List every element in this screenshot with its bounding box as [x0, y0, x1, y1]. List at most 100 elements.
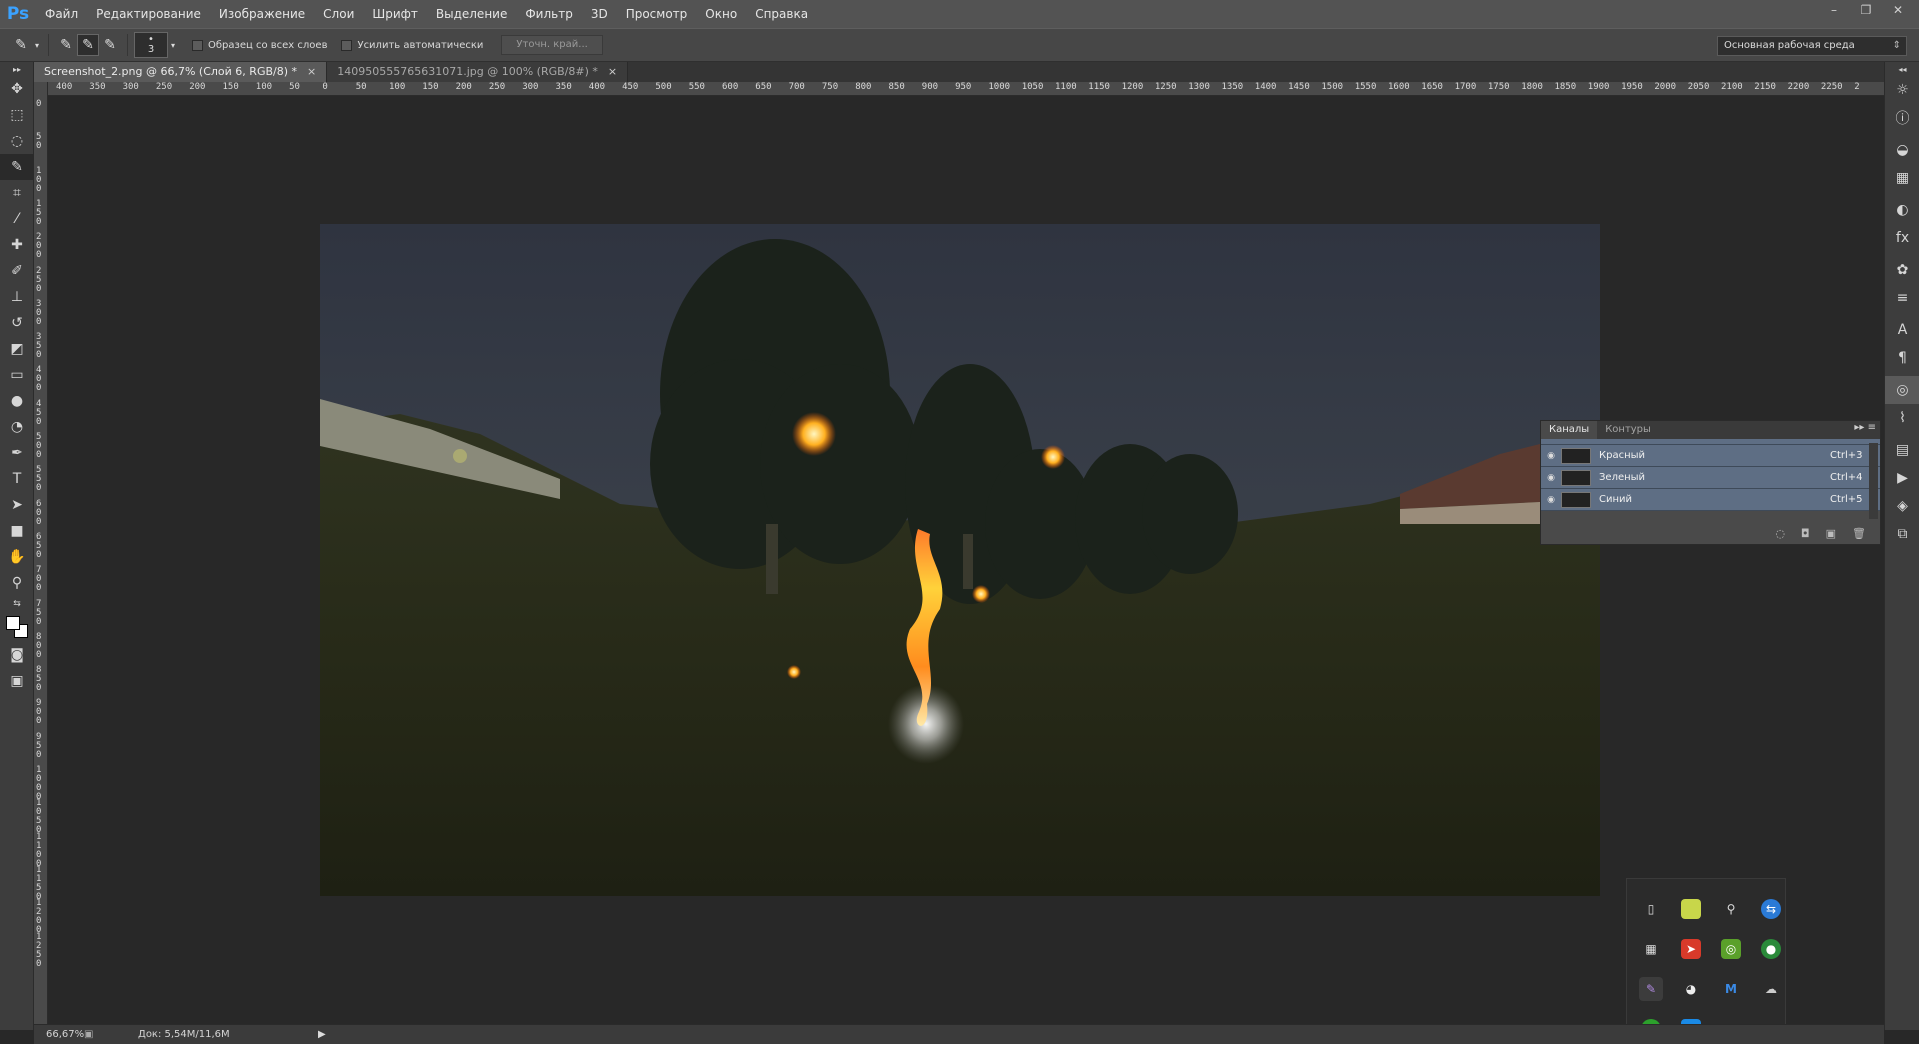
globe-app-icon[interactable]: ● — [1761, 939, 1781, 959]
quick-mask-icon[interactable]: ◙ — [0, 642, 34, 668]
menu-help[interactable]: Справка — [746, 0, 817, 28]
channel-row-red[interactable]: ◉ Красный Ctrl+3 — [1541, 445, 1880, 467]
document-canvas[interactable] — [320, 224, 1600, 896]
styles-icon[interactable]: fx — [1885, 224, 1919, 252]
save-selection-icon[interactable]: ◘ — [1801, 527, 1810, 540]
teamviewer-icon[interactable]: ⇆ — [1761, 899, 1781, 919]
history-brush-tool-icon[interactable]: ↺ — [0, 310, 34, 336]
eye-icon[interactable]: ◉ — [1541, 473, 1561, 483]
marquee-tool-icon[interactable]: ⬚ — [0, 102, 34, 128]
info-icon[interactable]: ⓘ — [1885, 104, 1919, 132]
menu-image[interactable]: Изображение — [210, 0, 314, 28]
checkbox-box[interactable] — [341, 39, 353, 51]
close-icon[interactable]: × — [307, 65, 316, 78]
menu-window[interactable]: Окно — [696, 0, 746, 28]
menu-filter[interactable]: Фильтр — [516, 0, 581, 28]
tab-channels[interactable]: Каналы — [1541, 421, 1598, 439]
vertical-ruler[interactable]: 0 50 100 150 200 250 300 350 400 450 500 550 600 650 7… — [34, 82, 48, 1030]
menu-file[interactable]: Файл — [36, 0, 87, 28]
close-icon[interactable]: × — [608, 65, 617, 78]
quick-selection-tool-icon[interactable]: ✎ — [0, 154, 34, 180]
menu-edit[interactable]: Редактирование — [87, 0, 210, 28]
move-tool-icon[interactable]: ✥ — [0, 76, 34, 102]
clone-stamp-tool-icon[interactable]: ⊥ — [0, 284, 34, 310]
tab-jpg-file[interactable]: 140950555765631071.jpg @ 100% (RGB/8#) *… — [327, 62, 629, 82]
healing-brush-tool-icon[interactable]: ✚ — [0, 232, 34, 258]
character-icon[interactable]: A — [1885, 316, 1919, 344]
refine-edge-button[interactable]: Уточн. край... — [501, 35, 603, 55]
zoom-tool-icon[interactable]: ⚲ — [0, 570, 34, 596]
send-app-icon[interactable]: ➤ — [1681, 939, 1701, 959]
restore-icon[interactable]: ❐ — [1853, 2, 1879, 18]
new-channel-icon[interactable]: ▣ — [1826, 527, 1836, 540]
add-to-selection-icon[interactable]: ✎ — [77, 34, 99, 56]
hand-tool-icon[interactable]: ✋ — [0, 544, 34, 570]
zoom-level[interactable]: 66,67% — [34, 1029, 84, 1040]
dodge-tool-icon[interactable]: ◔ — [0, 414, 34, 440]
minimize-icon[interactable]: – — [1821, 2, 1847, 18]
layers-icon[interactable]: ◈ — [1885, 492, 1919, 520]
type-tool-icon[interactable]: T — [0, 466, 34, 492]
channel-row-blue[interactable]: ◉ Синий Ctrl+5 — [1541, 489, 1880, 511]
satellite-icon[interactable]: ⚲ — [1721, 899, 1741, 919]
trash-icon[interactable]: 🗑 — [1852, 527, 1866, 540]
gradient-tool-icon[interactable]: ▭ — [0, 362, 34, 388]
note-app-icon[interactable] — [1681, 899, 1701, 919]
tab-paths[interactable]: Контуры — [1597, 421, 1659, 439]
discord-icon[interactable]: ◕ — [1681, 979, 1701, 999]
channels-icon[interactable]: ◎ — [1885, 376, 1919, 404]
eye-icon[interactable]: ◉ — [1541, 451, 1561, 461]
lasso-tool-icon[interactable]: ◌ — [0, 128, 34, 154]
brush-size-picker[interactable]: • 3 — [134, 32, 168, 58]
scrollbar[interactable] — [1869, 443, 1878, 519]
collapse-icon[interactable]: ▸▸ — [0, 62, 34, 76]
menu-type[interactable]: Шрифт — [363, 0, 427, 28]
eye-icon[interactable]: ◉ — [1541, 495, 1561, 505]
panel-menu-icon[interactable]: ▸▸ ≡ — [1854, 422, 1876, 433]
quick-selection-preset-icon[interactable]: ✎ — [10, 34, 32, 56]
menu-layers[interactable]: Слои — [314, 0, 363, 28]
channel-row-green[interactable]: ◉ Зеленый Ctrl+4 — [1541, 467, 1880, 489]
pen-tool-icon[interactable]: ✒ — [0, 440, 34, 466]
usb-drive-icon[interactable]: ▯ — [1641, 899, 1661, 919]
horizontal-ruler[interactable]: 400 350 300 250 200 150 100 50 0 50 100 150 200 250 30… — [48, 82, 1884, 96]
feather-icon[interactable]: ✎ — [1639, 977, 1663, 1001]
menu-3d[interactable]: 3D — [582, 0, 617, 28]
paths-icon[interactable]: ⌇ — [1885, 404, 1919, 432]
brush-settings-icon[interactable]: ≡ — [1885, 284, 1919, 312]
screen-mode-icon[interactable]: ▣ — [0, 668, 34, 694]
blur-tool-icon[interactable]: ● — [0, 388, 34, 414]
swap-colors-icon[interactable]: ⇆ — [0, 596, 34, 612]
eraser-tool-icon[interactable]: ◩ — [0, 336, 34, 362]
nvidia-icon[interactable]: ◎ — [1721, 939, 1741, 959]
brush-presets-icon[interactable]: ✿ — [1885, 256, 1919, 284]
proof-icon[interactable]: ▣ — [84, 1029, 98, 1040]
malwarebytes-icon[interactable]: M — [1721, 979, 1741, 999]
paragraph-icon[interactable]: ¶ — [1885, 344, 1919, 372]
menu-view[interactable]: Просмотр — [617, 0, 697, 28]
auto-enhance-checkbox[interactable]: Усилить автоматически — [341, 39, 483, 51]
chevron-down-icon[interactable]: ▾ — [168, 34, 178, 56]
chevron-down-icon[interactable]: ▾ — [32, 34, 42, 56]
path-selection-tool-icon[interactable]: ➤ — [0, 492, 34, 518]
play-icon[interactable]: ▶ — [318, 1029, 326, 1040]
actions-icon[interactable]: ▶ — [1885, 464, 1919, 492]
subtract-from-selection-icon[interactable]: ✎ — [99, 34, 121, 56]
layer-comps-icon[interactable]: ⧉ — [1885, 520, 1919, 548]
history-icon[interactable]: ▤ — [1885, 436, 1919, 464]
checkbox-box[interactable] — [192, 39, 203, 51]
expand-icon[interactable]: ◂◂ — [1885, 62, 1919, 76]
swatches-icon[interactable]: ▦ — [1885, 164, 1919, 192]
color-palette-icon[interactable]: ◒ — [1885, 136, 1919, 164]
sample-all-layers-checkbox[interactable]: Образец со всех слоев — [192, 39, 327, 51]
color-swatches[interactable] — [0, 612, 34, 642]
brush-tool-icon[interactable]: ✐ — [0, 258, 34, 284]
workspace-select[interactable]: Основная рабочая среда ⇕ — [1717, 36, 1907, 56]
crop-tool-icon[interactable]: ⌗ — [0, 180, 34, 206]
cloud-off-icon[interactable]: ☁ — [1761, 979, 1781, 999]
eyedropper-tool-icon[interactable]: ⁄ — [0, 206, 34, 232]
adjustments-icon[interactable]: ◐ — [1885, 196, 1919, 224]
close-icon[interactable]: ✕ — [1885, 2, 1911, 18]
new-selection-icon[interactable]: ✎ — [55, 34, 77, 56]
menu-select[interactable]: Выделение — [427, 0, 516, 28]
